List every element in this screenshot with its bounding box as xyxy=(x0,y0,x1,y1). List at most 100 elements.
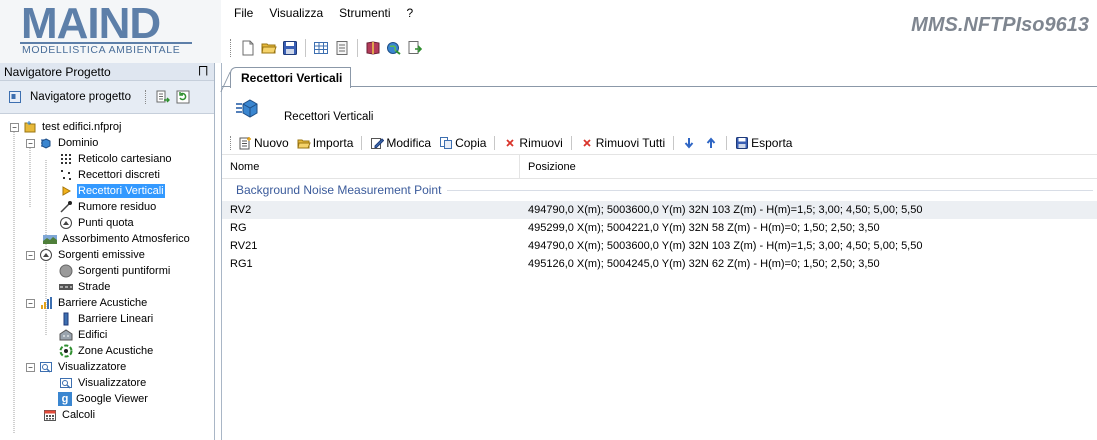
tree-item-label: Sorgenti emissive xyxy=(58,249,145,261)
new-item-icon xyxy=(239,136,251,149)
cell-posizione: 495126,0 X(m); 5004245,0 Y(m) 32N 62 Z(m… xyxy=(528,258,880,270)
new-file-icon xyxy=(242,40,254,56)
google-icon-glyph: g xyxy=(61,393,69,405)
table-row[interactable]: RG1 495126,0 X(m); 5004245,0 Y(m) 32N 62… xyxy=(222,255,1097,273)
navigator-icon xyxy=(9,91,21,103)
export-list-icon[interactable] xyxy=(155,89,171,105)
tree-item-punti-quota[interactable]: Punti quota xyxy=(58,215,135,231)
tree-item-reticolo[interactable]: Reticolo cartesiano xyxy=(58,151,173,167)
copia-label: Copia xyxy=(455,135,487,150)
tree-item-label: Recettori Verticali xyxy=(77,184,165,198)
group-divider xyxy=(447,189,1093,191)
logo-tagline: MODELLISTICA AMBIENTALE xyxy=(22,44,181,56)
tree-expander[interactable]: − xyxy=(26,250,35,260)
edit-pencil-icon xyxy=(371,137,385,149)
move-up-button[interactable] xyxy=(701,136,721,150)
action-separator xyxy=(361,135,363,150)
main-toolbar xyxy=(230,37,424,59)
tree-item-sorgenti-puntiformi[interactable]: Sorgenti puntiformi xyxy=(58,263,171,279)
nuovo-button[interactable]: Nuovo xyxy=(235,136,292,150)
project-navigator-panel: Navigatore Progetto ⨅ Navigatore progett… xyxy=(0,63,215,440)
menu-strumenti[interactable]: Strumenti xyxy=(331,5,398,23)
tree-expander[interactable]: − xyxy=(26,138,35,148)
document-button[interactable] xyxy=(333,39,351,57)
tree-item-label: Visualizzatore xyxy=(58,361,127,373)
globe-export-button[interactable] xyxy=(385,39,403,57)
pin-icon[interactable]: ⨅ xyxy=(198,64,208,79)
tree-item-label: Zone Acustiche xyxy=(78,345,154,357)
tab-recettori-verticali[interactable]: Recettori Verticali xyxy=(230,67,352,88)
grid-icon xyxy=(61,154,71,164)
refresh-icon[interactable] xyxy=(175,89,191,105)
export-document-icon xyxy=(408,41,423,54)
tree-item-visualizzatore[interactable]: Visualizzatore xyxy=(58,375,147,391)
tree-item-rumore-residuo[interactable]: Rumore residuo xyxy=(58,199,157,215)
tree-item-recettori-verticali[interactable]: Recettori Verticali xyxy=(58,183,165,199)
main-content: Recettori Verticali Recettori Verticali … xyxy=(221,63,1097,440)
tree-item-strade[interactable]: Strade xyxy=(58,279,111,295)
navigator-tools-grip[interactable] xyxy=(145,90,148,104)
barriers-icon xyxy=(41,297,52,309)
export-doc-button[interactable] xyxy=(406,39,424,57)
linear-barrier-icon xyxy=(63,312,69,326)
navigator-tab[interactable]: Navigatore progetto xyxy=(2,83,137,111)
tree-expander[interactable]: − xyxy=(10,122,19,132)
tree-item-edifici[interactable]: Edifici xyxy=(58,327,108,343)
action-toolbar-grip[interactable] xyxy=(230,135,233,150)
new-file-button[interactable] xyxy=(239,39,257,57)
toolbar-grip[interactable] xyxy=(230,39,233,57)
tree-item-dominio[interactable]: − Dominio xyxy=(26,135,99,151)
tree-item-sorgenti-emissive[interactable]: − Sorgenti emissive xyxy=(26,247,146,263)
copia-button[interactable]: Copia xyxy=(436,136,489,150)
tree-expander[interactable]: − xyxy=(26,362,35,372)
table-grid-icon xyxy=(314,42,328,54)
tree-expander[interactable]: − xyxy=(26,298,35,308)
table-button[interactable] xyxy=(312,39,330,57)
menu-help[interactable]: ? xyxy=(399,5,422,23)
toolbar-separator xyxy=(305,39,306,57)
save-button[interactable] xyxy=(281,39,299,57)
rimuovi-label: Rimuovi xyxy=(519,135,563,150)
tree-item-assorbimento[interactable]: Assorbimento Atmosferico xyxy=(42,231,191,247)
tree-item-recettori-discreti[interactable]: Recettori discreti xyxy=(58,167,161,183)
copy-icon xyxy=(440,136,453,149)
column-header-nome[interactable]: Nome xyxy=(222,155,520,178)
tree-item-calcoli[interactable]: Calcoli xyxy=(42,407,96,423)
tree-item-project[interactable]: − test edifici.nfproj xyxy=(10,119,122,135)
tree-item-barriere-lineari[interactable]: Barriere Lineari xyxy=(58,311,154,327)
table-row[interactable]: RV2 494790,0 X(m); 5003600,0 Y(m) 32N 10… xyxy=(222,201,1097,219)
move-down-button[interactable] xyxy=(679,136,699,150)
rimuovi-button[interactable]: Rimuovi xyxy=(500,136,565,150)
modifica-button[interactable]: Modifica xyxy=(367,136,434,150)
grid-header: Nome Posizione xyxy=(222,155,1097,179)
menu-file[interactable]: File xyxy=(226,5,261,23)
action-toolbar: Nuovo Importa Modifica Copia Rimuovi Rim… xyxy=(222,131,1097,155)
toolbar-separator xyxy=(357,39,358,57)
table-row[interactable]: RG 495299,0 X(m); 5004221,0 Y(m) 32N 58 … xyxy=(222,219,1097,237)
esporta-button[interactable]: Esporta xyxy=(732,136,795,150)
table-row[interactable]: RV21 494790,0 X(m); 5003600,0 Y(m) 32N 1… xyxy=(222,237,1097,255)
tree-item-google-viewer[interactable]: g Google Viewer xyxy=(58,391,149,407)
arrow-down-icon xyxy=(684,137,694,149)
column-header-posizione[interactable]: Posizione xyxy=(520,155,576,178)
rimuovi-tutti-button[interactable]: Rimuovi Tutti xyxy=(577,136,668,150)
tree-item-visualizzatore-group[interactable]: − Visualizzatore xyxy=(26,359,127,375)
group-header-row[interactable]: Background Noise Measurement Point xyxy=(222,179,1097,201)
project-folder-icon xyxy=(24,121,36,133)
tree-item-label: Visualizzatore xyxy=(78,377,147,389)
tree-item-label: Dominio xyxy=(58,137,99,149)
open-folder-icon xyxy=(261,43,277,54)
road-icon xyxy=(59,284,73,290)
tree-item-label: Sorgenti puntiformi xyxy=(78,265,171,277)
tree-item-zone-acustiche[interactable]: Zone Acustiche xyxy=(58,343,154,359)
section-title: Recettori Verticali xyxy=(284,111,374,123)
remove-x-icon xyxy=(506,138,515,147)
menu-visualizza[interactable]: Visualizza xyxy=(261,5,331,23)
residual-noise-icon xyxy=(60,201,72,213)
open-folder-button[interactable] xyxy=(260,39,278,57)
importa-button[interactable]: Importa xyxy=(294,136,357,150)
tree-item-barriere-acustiche[interactable]: − Barriere Acustiche xyxy=(26,295,148,311)
domain-icon xyxy=(41,138,51,149)
maind-logo: MAIND MODELLISTICA AMBIENTALE xyxy=(0,0,221,63)
book-button[interactable] xyxy=(364,39,382,57)
